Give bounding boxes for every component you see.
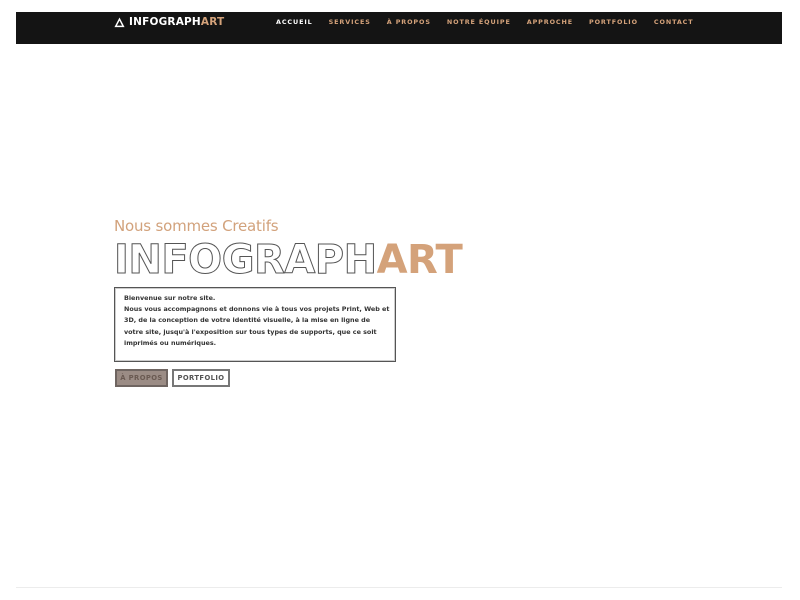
- brand-name-part1: INFOGRAPH: [129, 15, 201, 28]
- nav-item-contact[interactable]: CONTACT: [654, 18, 694, 26]
- portfolio-button[interactable]: PORTFOLIO: [172, 369, 230, 387]
- hero-section: Nous sommes Creatifs INFOGRAPHART: [114, 217, 463, 281]
- top-navbar: INFOGRAPHART ACCUEIL SERVICES À PROPOS N…: [16, 12, 782, 44]
- intro-welcome: Bienvenue sur notre site.: [124, 294, 216, 302]
- nav-item-accueil[interactable]: ACCUEIL: [276, 18, 313, 26]
- nav-item-portfolio[interactable]: PORTFOLIO: [589, 18, 638, 26]
- hero-title-part2: ART: [376, 237, 463, 283]
- nav-item-services[interactable]: SERVICES: [329, 18, 371, 26]
- nav-item-notre-equipe[interactable]: NOTRE ÉQUIPE: [447, 18, 511, 26]
- a-propos-button[interactable]: À PROPOS: [115, 369, 168, 387]
- nav-item-approche[interactable]: APPROCHE: [527, 18, 573, 26]
- brand-name-part2: ART: [200, 15, 225, 28]
- nav-item-a-propos[interactable]: À PROPOS: [387, 18, 431, 26]
- triangle-logo-icon: [114, 16, 125, 27]
- hero-title-part1: INFOGRAPH: [114, 237, 378, 283]
- intro-description: Nous vous accompagnons et donnons vie à …: [124, 305, 390, 347]
- brand-logo[interactable]: INFOGRAPHART: [114, 12, 224, 32]
- brand-name: INFOGRAPHART: [129, 17, 224, 28]
- footer-divider: [16, 587, 782, 588]
- intro-box: Bienvenue sur notre site. Nous vous acco…: [114, 287, 396, 362]
- hero-tagline: Nous sommes Creatifs: [114, 217, 279, 235]
- hero-title: INFOGRAPHART: [114, 237, 463, 283]
- main-nav: ACCUEIL SERVICES À PROPOS NOTRE ÉQUIPE A…: [276, 12, 694, 32]
